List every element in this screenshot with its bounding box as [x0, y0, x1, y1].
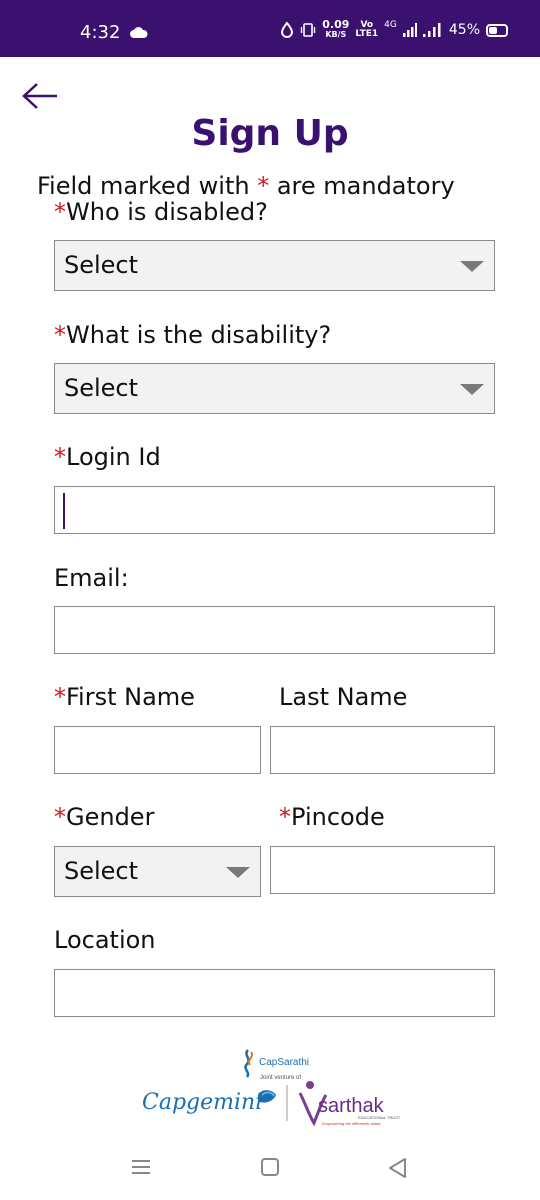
- pincode-label: *Pincode: [279, 803, 385, 831]
- gender-value: Select: [64, 857, 139, 885]
- status-bar: 4:32 0.09 KB/S Vo LTE1 4G 45%: [0, 0, 540, 57]
- footer-logos: CapSarathi Joint venture of Capgemini sa…: [142, 1049, 401, 1127]
- battery-fill: [489, 26, 498, 34]
- volte-indicator: Vo LTE1: [355, 21, 378, 39]
- net-speed-value: 0.09: [322, 18, 350, 31]
- sarthak-tagline: Empowering the differently abled: [322, 1121, 381, 1126]
- network-type: 4G: [384, 20, 397, 30]
- pincode-input[interactable]: [270, 846, 495, 894]
- navigation-bar: [0, 1145, 540, 1200]
- sarthak-logo: sarthak EDUCATIONAL TRUST Empowering the…: [298, 1081, 401, 1127]
- volte-bottom: LTE1: [355, 29, 379, 39]
- disability-label: *What is the disability?: [54, 321, 331, 349]
- dropdown-caret-icon: [460, 261, 484, 272]
- mandatory-note-suffix: are mandatory: [269, 172, 455, 200]
- home-icon[interactable]: [260, 1157, 280, 1177]
- required-star: *: [54, 321, 66, 349]
- joint-venture-text: Joint venture of: [260, 1075, 301, 1081]
- login-id-label-text: Login Id: [66, 443, 161, 471]
- sarthak-text: sarthak: [318, 1095, 385, 1117]
- location-input[interactable]: [54, 969, 495, 1017]
- net-speed: 0.09 KB/S: [322, 18, 350, 40]
- email-label: Email:: [54, 564, 129, 592]
- arrow-left-icon[interactable]: [20, 80, 60, 112]
- status-icons: 0.09 KB/S Vo LTE1 4G 45%: [280, 18, 508, 40]
- login-id-input[interactable]: [54, 486, 495, 534]
- mandatory-note: Field marked with * are mandatory: [37, 172, 455, 200]
- last-name-input[interactable]: [270, 726, 495, 774]
- signal-icon-sim1: [402, 23, 417, 37]
- gender-select[interactable]: Select: [54, 846, 261, 897]
- capsarathi-logo: CapSarathi Joint venture of: [244, 1049, 309, 1081]
- required-star: *: [54, 803, 66, 831]
- last-name-label-text: Last Name: [279, 683, 408, 711]
- email-label-text: Email:: [54, 564, 129, 592]
- first-name-input[interactable]: [54, 726, 261, 774]
- location-label-text: Location: [54, 926, 156, 954]
- disability-value: Select: [64, 374, 139, 402]
- email-input[interactable]: [54, 606, 495, 654]
- capgemini-logo: Capgemini: [142, 1090, 276, 1115]
- disability-label-text: What is the disability?: [66, 321, 332, 349]
- required-star: *: [257, 172, 270, 200]
- who-disabled-label: *Who is disabled?: [54, 198, 268, 226]
- battery-percent: 45%: [448, 22, 480, 38]
- net-speed-unit: KB/S: [325, 30, 347, 39]
- capgemini-text: Capgemini: [142, 1090, 262, 1115]
- gender-label: *Gender: [54, 803, 154, 831]
- back-triangle-icon[interactable]: [387, 1157, 407, 1179]
- data-saver-icon: [281, 22, 294, 38]
- gender-label-text: Gender: [66, 803, 155, 831]
- status-time: 4:32: [80, 22, 121, 43]
- location-label: Location: [54, 926, 156, 954]
- required-star: *: [54, 443, 66, 471]
- cloud-icon: [130, 27, 148, 38]
- recents-icon[interactable]: [130, 1157, 152, 1177]
- battery-icon: [486, 23, 508, 37]
- required-star: *: [54, 198, 66, 226]
- required-star: *: [54, 683, 66, 711]
- first-name-label-text: First Name: [66, 683, 195, 711]
- signal-icon-sim2: [422, 23, 441, 37]
- who-disabled-label-text: Who is disabled?: [66, 198, 268, 226]
- dropdown-caret-icon: [460, 384, 484, 395]
- vibrate-icon: [301, 23, 316, 37]
- who-disabled-select[interactable]: Select: [54, 240, 495, 291]
- who-disabled-value: Select: [64, 251, 139, 279]
- sarthak-subtitle: EDUCATIONAL TRUST: [358, 1115, 401, 1120]
- disability-select[interactable]: Select: [54, 363, 495, 414]
- last-name-label: Last Name: [279, 683, 407, 711]
- capsarathi-text: CapSarathi: [259, 1057, 309, 1068]
- login-id-label: *Login Id: [54, 443, 161, 471]
- mandatory-note-prefix: Field marked with: [37, 172, 258, 200]
- pincode-label-text: Pincode: [291, 803, 385, 831]
- text-cursor: [63, 493, 65, 529]
- required-star: *: [279, 803, 291, 831]
- page-title: Sign Up: [191, 113, 349, 154]
- first-name-label: *First Name: [54, 683, 195, 711]
- dropdown-caret-icon: [226, 867, 250, 878]
